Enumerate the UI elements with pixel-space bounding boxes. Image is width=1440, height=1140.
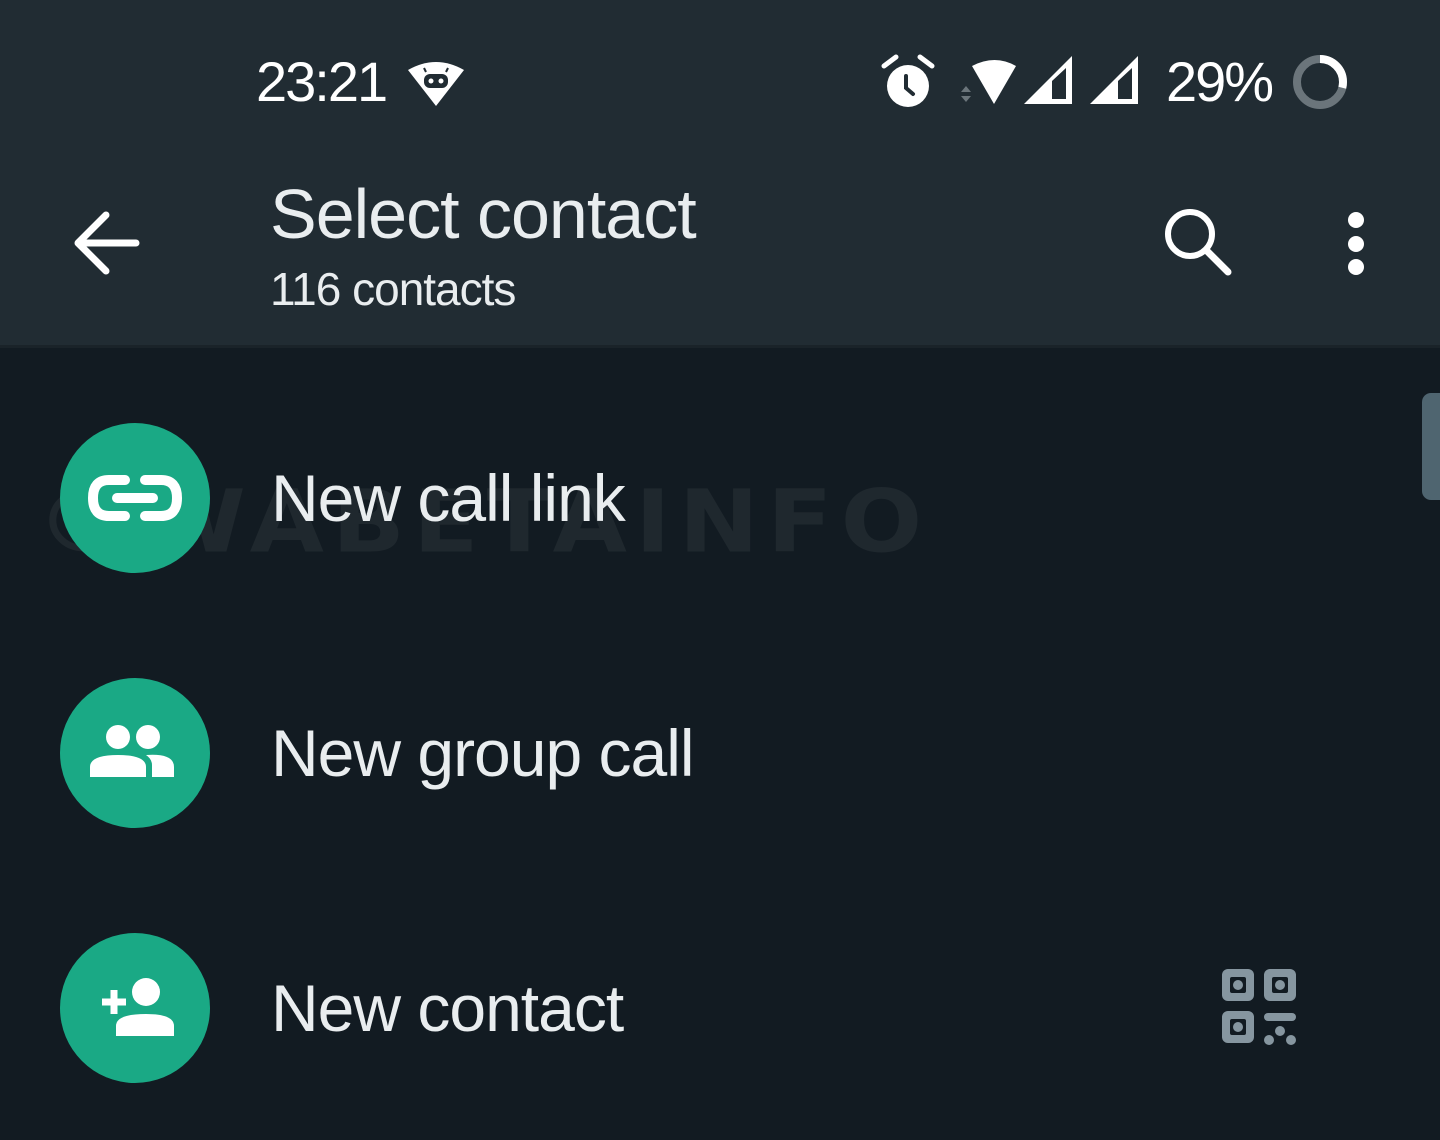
battery-percent: 29% <box>1166 50 1274 113</box>
list-item-label: New call link <box>271 460 626 535</box>
header-divider <box>0 345 1440 348</box>
list-item-new-contact[interactable]: New contact <box>0 880 1410 1135</box>
wifi-icon <box>961 60 1016 104</box>
more-options-button[interactable] <box>1326 204 1386 284</box>
contacts-count: 116 contacts <box>270 263 516 315</box>
link-icon <box>87 474 183 521</box>
qr-code-button[interactable] <box>1218 965 1302 1049</box>
more-vertical-icon <box>1348 212 1364 275</box>
avatar <box>60 677 210 828</box>
list-item-label: New group call <box>271 715 695 790</box>
list-item-new-group-call[interactable]: New group call <box>0 625 1410 880</box>
android-wifi-icon <box>408 62 464 106</box>
page-title: Select contact <box>270 175 697 253</box>
qr-code-icon <box>1222 969 1296 1045</box>
signal-icon <box>1090 56 1138 104</box>
avatar <box>60 932 210 1083</box>
add-person-icon <box>102 977 174 1036</box>
signal-icon <box>1024 56 1072 104</box>
group-icon <box>90 724 174 777</box>
avatar <box>60 422 210 573</box>
list-item-label: New contact <box>271 970 624 1045</box>
back-button[interactable] <box>70 205 142 277</box>
status-time: 23:21 <box>256 50 388 113</box>
scrollbar-thumb[interactable] <box>1422 393 1440 500</box>
battery-icon <box>1293 55 1347 109</box>
search-icon <box>1165 209 1232 276</box>
alarm-icon <box>881 54 935 107</box>
arrow-left-icon <box>74 211 140 275</box>
search-button[interactable] <box>1160 204 1240 284</box>
